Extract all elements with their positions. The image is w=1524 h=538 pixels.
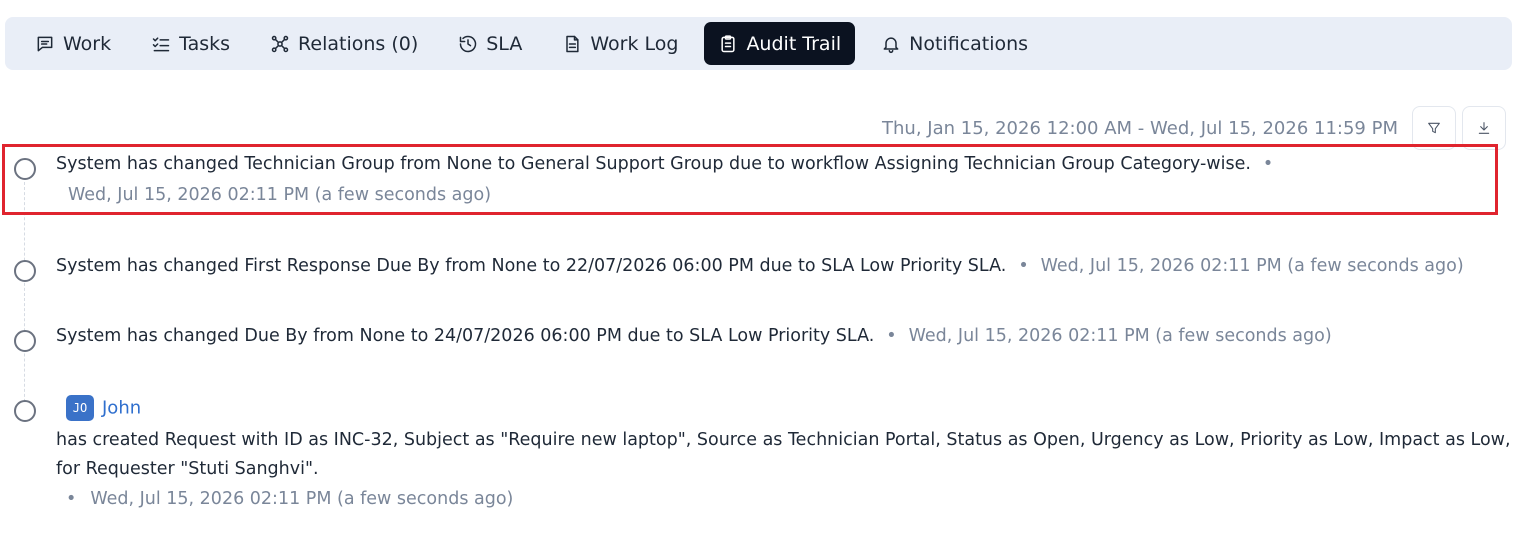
message-square-icon <box>37 36 53 51</box>
document-icon <box>566 35 579 52</box>
entry-message: System has changed First Response Due By… <box>56 256 1007 276</box>
download-button[interactable] <box>1462 106 1506 150</box>
download-icon <box>1478 122 1490 134</box>
audit-entry-text: System has changed Due By from None to 2… <box>56 326 1332 346</box>
entry-separator: • <box>886 326 897 346</box>
entry-message: System has changed Due By from None to 2… <box>56 326 875 346</box>
tab-label: SLA <box>486 32 523 55</box>
entry-timestamp: Wed, Jul 15, 2026 02:11 PM (a few second… <box>68 185 492 205</box>
entry-timestamp: Wed, Jul 15, 2026 02:11 PM (a few second… <box>908 326 1332 346</box>
tab-work[interactable]: Work <box>21 22 125 65</box>
tab-label: Work Log <box>590 32 679 55</box>
tab-label: Notifications <box>909 32 1029 55</box>
tab-audit-trail[interactable]: Audit Trail <box>704 22 856 65</box>
tab-bar: Work Tasks Relations (0) SLA Work Log Au… <box>5 17 1512 70</box>
timeline-node <box>14 260 36 282</box>
tab-label: Tasks <box>179 32 231 55</box>
tab-tasks[interactable]: Tasks <box>137 22 244 65</box>
entry-separator: • <box>1018 256 1029 276</box>
checklist-icon <box>152 36 170 51</box>
tab-notifications[interactable]: Notifications <box>867 22 1042 65</box>
filter-icon <box>1428 122 1440 134</box>
entry-separator: • <box>66 489 77 509</box>
timeline-node <box>14 330 36 352</box>
tab-relations[interactable]: Relations (0) <box>256 22 432 65</box>
tab-label: Audit Trail <box>746 32 842 55</box>
tab-label: Work <box>63 32 112 55</box>
tab-label: Relations (0) <box>298 32 419 55</box>
bell-icon <box>883 36 899 53</box>
user-link[interactable]: John <box>102 398 141 419</box>
tab-work-log[interactable]: Work Log <box>548 22 692 65</box>
timeline-node <box>14 400 36 422</box>
relations-icon <box>271 35 289 52</box>
filter-button[interactable] <box>1412 106 1456 150</box>
history-icon <box>460 35 477 52</box>
entry-timestamp: Wed, Jul 15, 2026 02:11 PM (a few second… <box>90 489 514 509</box>
date-range[interactable]: Thu, Jan 15, 2026 12:00 AM - Wed, Jul 15… <box>882 118 1398 139</box>
timeline-node <box>14 158 36 180</box>
audit-entry-text: System has changed Technician Group from… <box>56 154 1285 174</box>
entry-meta: • Wed, Jul 15, 2026 02:11 PM (a few secon… <box>66 489 513 509</box>
entry-message: has created Request with ID as INC-32, S… <box>56 430 1511 479</box>
tab-sla[interactable]: SLA <box>444 22 536 65</box>
avatar: JO <box>66 395 94 421</box>
entry-user: JO John <box>66 395 141 421</box>
audit-entry-text: System has changed First Response Due By… <box>56 256 1464 276</box>
clipboard-icon <box>721 34 736 52</box>
entry-message: System has changed Technician Group from… <box>56 154 1251 174</box>
entry-separator: • <box>1262 154 1274 174</box>
entry-timestamp: Wed, Jul 15, 2026 02:11 PM (a few second… <box>1040 256 1464 276</box>
timeline-connector <box>24 182 25 412</box>
